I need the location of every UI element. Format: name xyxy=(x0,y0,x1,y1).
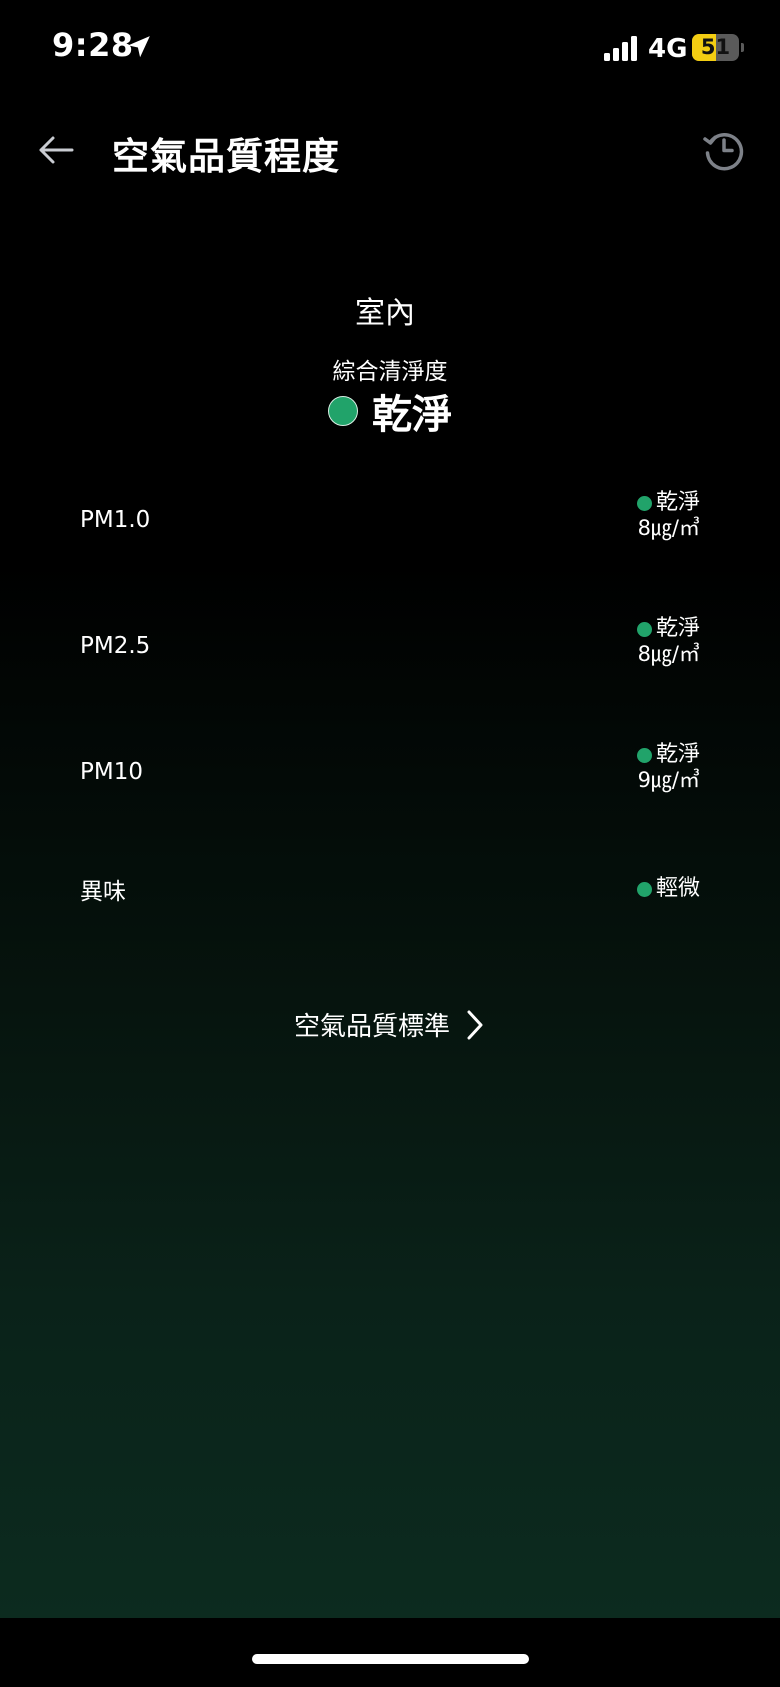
metric-reading: 乾淨 8㎍/㎥ xyxy=(636,490,700,540)
air-quality-standard-link[interactable]: 空氣品質標準 xyxy=(0,1006,780,1043)
status-dot xyxy=(636,495,652,511)
air-quality-standard-label: 空氣品質標準 xyxy=(293,1012,450,1042)
location-label: 室內 xyxy=(355,296,415,331)
status-time: 9:28 xyxy=(52,26,134,64)
overall-status: 乾淨 xyxy=(0,382,780,440)
network-type: 4G xyxy=(648,34,688,64)
metric-status: 乾淨 xyxy=(636,616,700,642)
metric-reading: 乾淨 9㎍/㎥ xyxy=(636,742,700,792)
battery-level: 51 xyxy=(700,35,731,59)
metric-row-pm1: PM1.0 乾淨 8㎍/㎥ xyxy=(80,490,700,550)
page-title: 空氣品質程度 xyxy=(112,135,340,178)
chevron-right-icon xyxy=(467,1010,483,1039)
metric-status-label: 輕微 xyxy=(655,876,700,901)
metric-row-odor: 異味 輕微 xyxy=(80,876,700,905)
metric-row-pm10: PM10 乾淨 9㎍/㎥ xyxy=(80,742,700,802)
home-indicator[interactable] xyxy=(252,1654,529,1664)
metric-status: 乾淨 xyxy=(636,742,700,768)
signal-icon xyxy=(604,36,637,61)
home-bar-area xyxy=(0,1618,780,1687)
metric-status-label: 乾淨 xyxy=(655,616,700,641)
metric-value: 9㎍/㎥ xyxy=(637,768,700,792)
metric-name: 異味 xyxy=(80,879,126,905)
history-icon[interactable] xyxy=(702,128,746,172)
air-quality-screen: 9:28 4G 51 空氣品質程度 室內 綜合清淨度 乾淨 PM1.0 乾淨 8… xyxy=(0,0,780,1687)
status-dot xyxy=(636,881,652,897)
metric-row-pm25: PM2.5 乾淨 8㎍/㎥ xyxy=(80,616,700,676)
metric-value: 8㎍/㎥ xyxy=(637,642,700,666)
metric-status-label: 乾淨 xyxy=(655,490,700,515)
metric-status: 乾淨 xyxy=(636,490,700,516)
location-arrow-icon xyxy=(128,36,150,58)
metric-reading: 乾淨 8㎍/㎥ xyxy=(636,616,700,666)
metric-status: 輕微 xyxy=(636,876,700,902)
metric-name: PM2.5 xyxy=(80,633,151,659)
status-dot xyxy=(636,747,652,763)
battery-icon: 51 xyxy=(692,34,739,61)
overall-status-value: 乾淨 xyxy=(372,392,452,438)
overall-cleanliness-label: 綜合清淨度 xyxy=(332,359,448,385)
arrow-left-icon[interactable] xyxy=(36,128,76,172)
overall-status-dot xyxy=(328,396,358,426)
metric-value: 8㎍/㎥ xyxy=(637,516,700,540)
battery-nub xyxy=(741,43,744,52)
metric-status-label: 乾淨 xyxy=(655,742,700,767)
status-dot xyxy=(636,621,652,637)
metric-name: PM1.0 xyxy=(80,507,151,533)
metric-reading: 輕微 xyxy=(636,876,700,902)
metric-name: PM10 xyxy=(80,759,143,785)
